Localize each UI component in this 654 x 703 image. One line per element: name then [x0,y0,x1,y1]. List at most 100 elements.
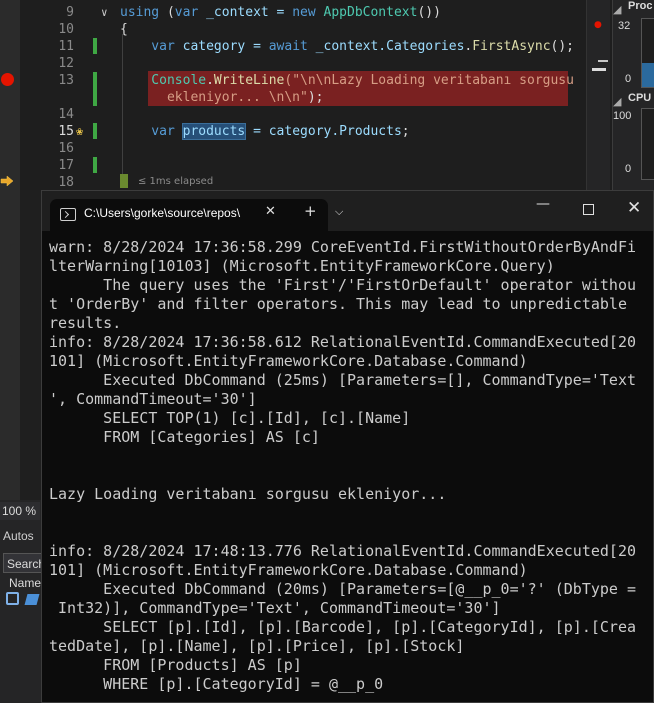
process-memory-icon: ◢ [613,4,622,16]
line-number: 9 [66,5,74,20]
line-number: 17 [58,158,74,173]
cpu-max: 100 [613,110,632,122]
autos-panel[interactable]: 100 % Autos Search Name [0,500,45,703]
code-editor[interactable]: ∨ 9 using (var _context = new AppDbContex… [0,0,612,190]
cpu-min: 0 [625,163,632,175]
perf-tip-elapsed[interactable]: ≤ 1ms elapsed [138,176,213,187]
code-line[interactable]: 12 [20,55,610,72]
terminal-window[interactable]: C:\Users\gorke\source\repos\ ✕ + ⌵ — ✕ w… [41,190,654,703]
code-token: ( [159,5,175,20]
new-tab-button[interactable]: + [304,202,317,220]
line-number: 12 [58,56,74,71]
code-token: using [120,5,160,20]
terminal-line: 101] (Microsoft.EntityFrameworkCore.Data… [49,561,528,579]
code-token: FirstAsync [472,39,551,54]
process-memory-fill [642,63,654,87]
terminal-line: The query uses the 'First'/'FirstOrDefau… [49,276,636,294]
code-token: ("\n\nLazy Loading veritabanı sorgusu [284,73,574,88]
breakpoint-icon[interactable] [1,73,14,86]
name-column-header[interactable]: Name [9,576,41,590]
line-number: 16 [58,141,74,156]
terminal-tab-title: C:\Users\gorke\source\repos\ [84,206,241,220]
perf-tip-chip[interactable] [120,174,128,188]
terminal-line: Int32)], CommandType='Text', CommandTime… [49,599,501,617]
process-memory-title: Proc [628,0,653,12]
autos-tab[interactable]: Autos [3,529,34,543]
terminal-line: FROM [Categories] AS [c] [49,428,320,446]
code-token: . [206,73,214,88]
terminal-line: Lazy Loading veritabanı sorgusu ekleniyo… [49,485,447,503]
zoom-level[interactable]: 100 % [0,502,40,520]
code-token: WriteLine [213,73,285,88]
code-line[interactable]: 14 [20,106,610,123]
terminal-output[interactable]: warn: 8/28/2024 17:36:58.299 CoreEventId… [49,238,649,698]
autos-search-input[interactable]: Search [3,553,45,573]
scroll-marker [598,60,608,62]
code-token: new [292,5,316,20]
code-token: ; [401,124,410,139]
code-text: using (var _context = new AppDbContext()… [120,4,441,21]
code-token: = category. [245,124,340,139]
code-token: ); [307,90,324,105]
lightbulb-icon[interactable]: ❀ [76,123,83,140]
terminal-tab[interactable]: C:\Users\gorke\source\repos\ ✕ [50,199,328,231]
code-line[interactable]: 18 [20,174,610,191]
terminal-titlebar[interactable]: C:\Users\gorke\source\repos\ ✕ + ⌵ — ✕ [42,191,653,231]
code-line[interactable]: 13 Console.WriteLine("\n\nLazy Loading v… [20,72,610,89]
code-token: Console [120,73,207,88]
error-marker-icon: ● [594,20,602,30]
cpu-chart [641,108,654,180]
terminal-line: t 'OrderBy' and filter operators. This m… [49,295,627,313]
execution-arrow-icon [0,175,14,187]
code-token: AppDbContext [323,5,418,20]
process-memory-chart [641,18,654,88]
code-token: _context. [307,39,387,54]
code-line[interactable]: 15 var products = category.Products; ❀ [20,123,610,140]
code-token: Products [339,124,402,139]
line-number: 11 [58,39,74,54]
terminal-line: SELECT [p].[Id], [p].[Barcode], [p].[Cat… [49,618,636,636]
code-line[interactable]: ekleniyor... \n\n"); [20,89,610,106]
code-token: await [268,39,308,54]
code-token: ekleniyor... \n\n" [120,90,308,105]
cpu-icon: ◢ [613,96,622,108]
code-token: ()) [417,5,441,20]
code-token: var [174,5,199,20]
watch-icon[interactable] [6,592,19,605]
terminal-line: lterWarning[10103] (Microsoft.EntityFram… [49,257,555,275]
terminal-line: info: 8/28/2024 17:48:13.776 RelationalE… [49,542,636,560]
code-token: var [120,124,175,139]
terminal-line: WHERE [p].[CategoryId] = @__p_0 [49,675,384,693]
maximize-button[interactable] [583,204,594,215]
code-text: var products = category.Products; [120,123,410,140]
scroll-thumb[interactable] [592,68,606,71]
terminal-line: ', CommandTimeout='30'] [49,390,257,408]
code-token: category = [174,39,269,54]
code-line[interactable]: 9 using (var _context = new AppDbContext(… [20,4,610,21]
window-close-button[interactable]: ✕ [627,198,641,218]
code-token: products [181,123,247,140]
process-memory-max: 32 [618,20,631,32]
code-line[interactable]: 17 [20,157,610,174]
minimize-button[interactable]: — [536,196,550,212]
terminal-line: 101] (Microsoft.EntityFrameworkCore.Data… [49,352,528,370]
tab-dropdown-button[interactable]: ⌵ [335,205,343,219]
code-token: (); [550,39,575,54]
code-token: var [120,39,175,54]
code-line[interactable]: 10 { [20,21,610,38]
object-icon[interactable] [24,594,40,605]
code-token: { [120,22,128,37]
code-line[interactable]: 11 var category = await _context.Categor… [20,38,610,55]
terminal-line: SELECT TOP(1) [c].[Id], [c].[Name] [49,409,411,427]
terminal-line: warn: 8/28/2024 17:36:58.299 CoreEventId… [49,238,636,256]
line-number: 14 [58,107,74,122]
code-line[interactable]: 16 [20,140,610,157]
code-token: _context = [198,5,293,20]
diagnostic-tools-panel[interactable]: ◢ Proc 32 0 ◢ CPU 100 0 [612,0,654,190]
tab-close-button[interactable]: ✕ [265,204,276,219]
